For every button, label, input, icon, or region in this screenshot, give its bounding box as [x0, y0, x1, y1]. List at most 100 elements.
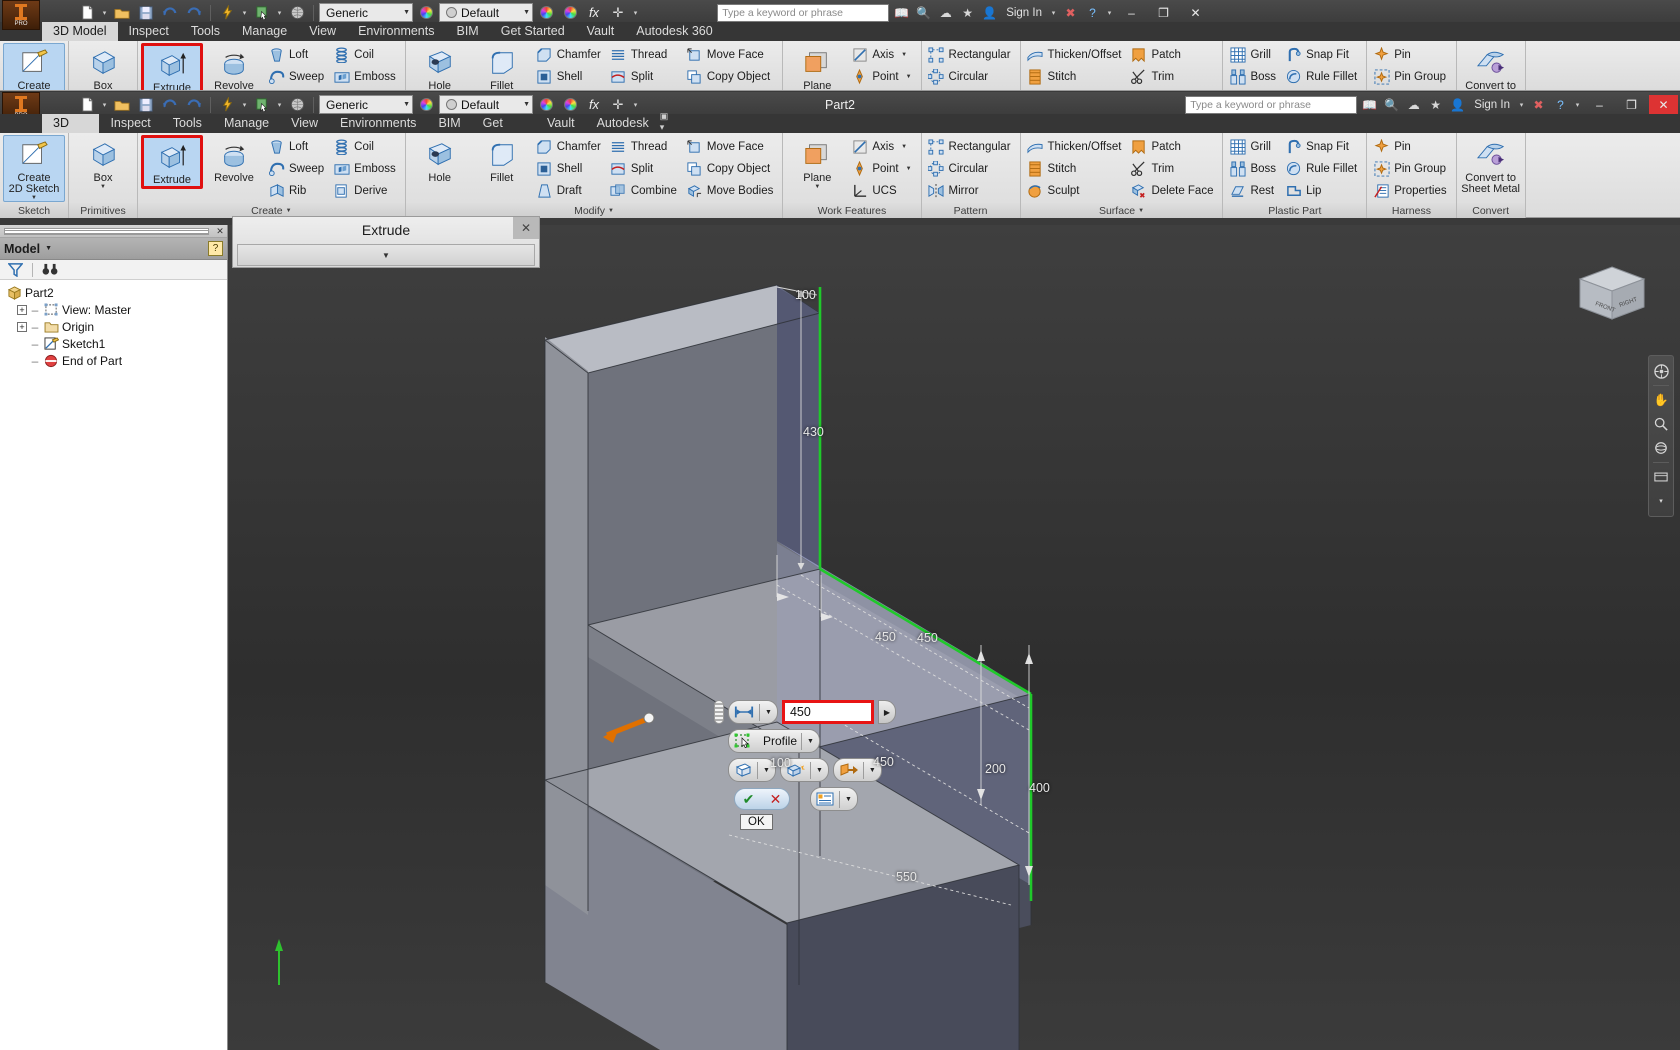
ribbon-display-options[interactable]: ▣ ▾ — [660, 111, 1680, 133]
mini-toolbar-grip[interactable] — [714, 700, 724, 724]
chevron-down-icon[interactable]: ▼ — [864, 767, 881, 774]
extent-type-button[interactable]: ▼ — [728, 700, 778, 724]
favorites-icon[interactable]: ★ — [958, 3, 977, 22]
ribbon-button-copy-object[interactable]: Copy Object — [683, 158, 779, 180]
ribbon-button-revolve[interactable]: Revolve — [203, 135, 265, 185]
ribbon-button-derive[interactable]: Derive — [330, 180, 402, 202]
close-icon[interactable]: ✕ — [513, 217, 539, 239]
chevron-down-icon[interactable]: ▼ — [608, 208, 614, 214]
chevron-down-icon[interactable]: ▼ — [901, 144, 907, 150]
tab-inspect[interactable]: Inspect — [99, 114, 161, 133]
ribbon-button-fillet[interactable]: Fillet — [471, 135, 533, 185]
distance-input[interactable]: 450 — [782, 700, 874, 724]
application-menu-button-background[interactable]: PRO — [2, 0, 40, 30]
chevron-down-icon[interactable]: ▼ — [906, 166, 912, 172]
ribbon-button-move-bodies[interactable]: Move Bodies — [683, 180, 779, 202]
extrude-dialog[interactable]: Extrude ✕ ▼ — [232, 216, 540, 268]
chevron-down-icon[interactable]: ▼ — [811, 767, 828, 774]
update-icon[interactable] — [216, 94, 238, 115]
new-icon[interactable] — [76, 94, 98, 115]
ribbon-button-rule-fillet[interactable]: Rule Fillet — [1282, 158, 1363, 180]
search-icon[interactable]: 🔍 — [914, 3, 933, 22]
sign-in-button[interactable]: Sign In — [1002, 7, 1046, 19]
customize-qat-icon[interactable]: ✛ — [607, 94, 629, 115]
clear-appearance-icon[interactable] — [559, 94, 581, 115]
direction-button[interactable]: ▼ — [833, 758, 882, 782]
help-icon[interactable]: ? — [1083, 3, 1102, 22]
orbit-icon[interactable] — [1649, 436, 1673, 460]
help-library-icon[interactable]: 📖 — [892, 3, 911, 22]
ribbon-button-grill[interactable]: Grill — [1226, 136, 1282, 158]
parameters-icon[interactable]: fx — [583, 94, 605, 115]
tree-node-view-master[interactable]: +–View: Master — [6, 301, 227, 318]
parameters-icon[interactable]: fx — [583, 2, 605, 23]
select-dropdown-icon[interactable]: ▾ — [275, 101, 284, 109]
open-icon[interactable] — [111, 94, 133, 115]
tab-autodesk-360[interactable]: Autodesk 360 — [586, 114, 660, 133]
customize-qat-icon[interactable]: ✛ — [607, 2, 629, 23]
ribbon-button-stitch[interactable]: Stitch — [1024, 158, 1128, 180]
update-dropdown-icon[interactable]: ▾ — [240, 9, 249, 17]
select-icon[interactable] — [251, 94, 273, 115]
chevron-down-icon[interactable]: ▼ — [1138, 208, 1144, 214]
appearance-sphere-icon[interactable] — [286, 2, 308, 23]
material-combo[interactable]: Generic ▼ — [319, 95, 413, 114]
extrude-mini-toolbar[interactable]: ▼ 450 ▶ Profile ▼ — [714, 700, 896, 816]
ribbon-button-sweep[interactable]: Sweep — [265, 158, 330, 180]
material-browser-icon[interactable] — [415, 94, 437, 115]
cancel-button[interactable]: ✕ — [762, 788, 789, 810]
ribbon-button-snap-fit[interactable]: Snap Fit — [1282, 136, 1363, 158]
clear-appearance-icon[interactable] — [559, 2, 581, 23]
update-icon[interactable] — [216, 2, 238, 23]
help-dropdown-icon[interactable]: ▾ — [1573, 101, 1582, 109]
ribbon-button-box[interactable]: Box▼ — [72, 135, 134, 191]
ribbon-button-rib[interactable]: Rib — [265, 180, 330, 202]
tab-tools[interactable]: Tools — [162, 114, 213, 133]
tab-bim[interactable]: BIM — [427, 114, 471, 133]
new-dropdown-icon[interactable]: ▾ — [100, 101, 109, 109]
select-icon[interactable] — [251, 2, 273, 23]
sign-in-dropdown-icon[interactable]: ▾ — [1517, 101, 1526, 109]
exchange-apps-icon[interactable]: ✖ — [1061, 3, 1080, 22]
chevron-down-icon[interactable]: ▼ — [802, 738, 819, 745]
ribbon-button-delete-face[interactable]: Delete Face — [1127, 180, 1219, 202]
tab-view[interactable]: View — [280, 114, 329, 133]
appearance-picker-icon[interactable] — [535, 94, 557, 115]
tab-get-started[interactable]: Get Started — [472, 114, 536, 133]
new-icon[interactable] — [76, 2, 98, 23]
redo-icon[interactable] — [183, 94, 205, 115]
ribbon-button-thicken-offset[interactable]: Thicken/Offset — [1024, 136, 1128, 158]
tree-node-origin[interactable]: +–Origin — [6, 318, 227, 335]
appearance-combo[interactable]: Default ▼ — [439, 95, 533, 114]
ribbon-button-trim[interactable]: Trim — [1127, 158, 1219, 180]
browser-grip[interactable]: ✕ — [0, 225, 227, 238]
ribbon-button-axis[interactable]: Axis▼ — [848, 136, 917, 158]
pan-icon[interactable]: ✋ — [1649, 388, 1673, 412]
sign-in-dropdown-icon[interactable]: ▾ — [1049, 9, 1058, 17]
ribbon-button-hole[interactable]: Hole — [409, 135, 471, 185]
help-dropdown-icon[interactable]: ▾ — [1105, 9, 1114, 17]
chevron-down-icon[interactable]: ▼ — [814, 184, 820, 190]
ribbon-button-pin[interactable]: Pin — [1370, 136, 1452, 158]
account-icon[interactable]: 👤 — [980, 3, 999, 22]
filter-icon[interactable] — [6, 261, 25, 278]
appearance-combo[interactable]: Default ▼ — [439, 3, 533, 22]
material-browser-icon[interactable] — [415, 2, 437, 23]
chevron-down-icon[interactable]: ▼ — [31, 195, 37, 201]
ribbon-button-thread[interactable]: Thread — [607, 136, 683, 158]
ok-button[interactable]: ✔ — [735, 788, 762, 810]
undo-icon[interactable] — [159, 2, 181, 23]
next-arrow-icon[interactable]: ▶ — [878, 700, 896, 724]
select-dropdown-icon[interactable]: ▾ — [275, 9, 284, 17]
update-dropdown-icon[interactable]: ▾ — [240, 101, 249, 109]
chevron-down-icon[interactable]: ▼ — [45, 245, 52, 252]
ribbon-button-loft[interactable]: Loft — [265, 136, 330, 158]
ribbon-button-pin-group[interactable]: Pin Group — [1370, 158, 1452, 180]
save-icon[interactable] — [135, 94, 157, 115]
boolean-operation-button[interactable]: ▼ — [780, 758, 829, 782]
tab-3d-model[interactable]: 3D Model — [42, 114, 99, 133]
chevron-down-icon[interactable]: ▼ — [760, 709, 777, 716]
ribbon-button-plane[interactable]: Plane▼ — [786, 135, 848, 191]
chevron-down-icon[interactable]: ▼ — [840, 796, 857, 803]
view-cube[interactable]: FRONT RIGHT — [1576, 265, 1648, 327]
